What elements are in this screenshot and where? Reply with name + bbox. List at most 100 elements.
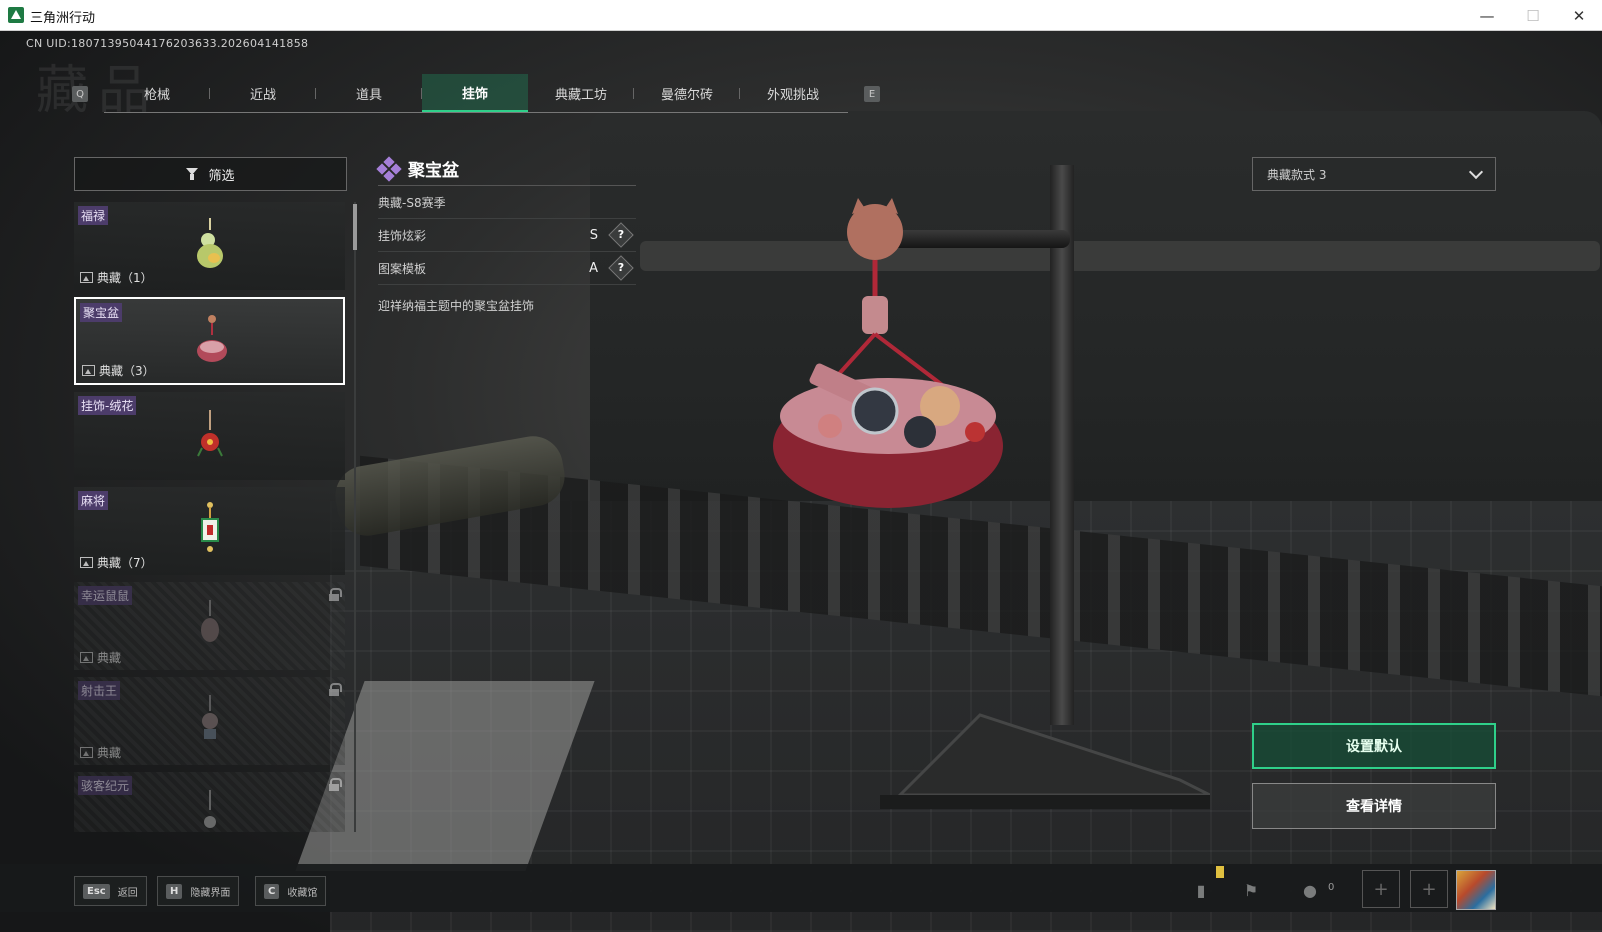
list-item-locked[interactable]: 幸运鼠鼠 典藏 bbox=[74, 582, 345, 670]
back-hint[interactable]: Esc 返回 bbox=[74, 876, 147, 906]
tab-label: 外观挑战 bbox=[766, 87, 819, 103]
tab-next-key[interactable]: E bbox=[864, 86, 880, 102]
lock-icon bbox=[329, 588, 342, 601]
tab-label: 近战 bbox=[249, 87, 276, 103]
maximize-button[interactable]: ☐ bbox=[1510, 0, 1556, 31]
item-sub-label: 典藏（7） bbox=[97, 556, 153, 570]
item-description: 迎祥纳福主题中的聚宝盆挂饰 bbox=[378, 299, 535, 313]
window-titlebar: 三角洲行动 — ☐ ✕ bbox=[0, 0, 1602, 31]
item-subtitle: 典藏 bbox=[80, 649, 121, 666]
attribute-label: 挂饰炫彩 bbox=[378, 228, 427, 243]
rarity-diamond-icon bbox=[376, 155, 402, 182]
help-icon[interactable]: ? bbox=[608, 255, 634, 281]
avatar[interactable] bbox=[1456, 870, 1496, 910]
c-key-icon: C bbox=[264, 883, 280, 899]
tab-mandel-brick[interactable]: 曼德尔砖 bbox=[634, 74, 740, 112]
filter-icon bbox=[186, 168, 200, 180]
h-key-icon: H bbox=[166, 883, 183, 899]
charm-list: 福禄 典藏（1） 聚宝盆 典藏（3） 挂饰-绒花 麻将 典藏（7） 幸运鼠鼠 典… bbox=[74, 202, 347, 832]
treasure-bowl-model[interactable] bbox=[770, 196, 1020, 526]
attribute-grade: A bbox=[589, 260, 598, 276]
hacker-era-thumbnail bbox=[204, 790, 216, 828]
attribute-row: 挂饰炫彩 S ? bbox=[378, 219, 636, 252]
app-logo-icon bbox=[8, 7, 24, 23]
style-select[interactable]: 典藏款式 3 bbox=[1252, 157, 1496, 191]
esc-key-icon: Esc bbox=[83, 883, 110, 899]
item-name-tag: 聚宝盆 bbox=[80, 303, 123, 322]
item-sub-label: 典藏（3） bbox=[99, 364, 155, 378]
help-glyph: ? bbox=[617, 261, 625, 274]
display-stand-base bbox=[880, 713, 1210, 809]
item-sub-label: 典藏（1） bbox=[97, 271, 153, 285]
tab-label: 道具 bbox=[355, 87, 382, 103]
add-slot-button[interactable]: + bbox=[1362, 870, 1400, 908]
item-name-tag: 挂饰-绒花 bbox=[78, 396, 137, 415]
chevron-down-icon bbox=[1468, 164, 1484, 180]
flower-charm-thumbnail bbox=[197, 410, 223, 457]
style-select-value: 典藏款式 3 bbox=[1267, 167, 1327, 182]
add-slot-button[interactable]: + bbox=[1410, 870, 1448, 908]
item-detail-panel: 聚宝盆 典藏-S8赛季 挂饰炫彩 S ? 图案模板 A ? 迎祥纳福主题中的聚宝… bbox=[376, 152, 636, 314]
item-sub-label: 典藏 bbox=[97, 746, 122, 760]
friends-count: 0 bbox=[1328, 882, 1335, 893]
help-glyph: ? bbox=[617, 228, 625, 241]
tab-label: 枪械 bbox=[143, 87, 170, 103]
item-subtitle: 典藏（3） bbox=[82, 362, 155, 379]
back-label: 返回 bbox=[117, 887, 138, 899]
item-sub-label: 典藏 bbox=[97, 651, 122, 665]
minimize-button[interactable]: — bbox=[1464, 0, 1510, 31]
item-subtitle: 典藏（1） bbox=[80, 269, 153, 286]
tab-label: 曼德尔砖 bbox=[660, 87, 713, 103]
item-title: 聚宝盆 bbox=[408, 161, 459, 181]
item-subtitle: 典藏（7） bbox=[80, 554, 153, 571]
picture-icon bbox=[80, 652, 93, 663]
item-name-tag: 射击王 bbox=[78, 681, 121, 700]
notification-badge bbox=[1216, 866, 1224, 878]
list-scrollbar[interactable] bbox=[354, 202, 356, 832]
hide-ui-hint[interactable]: H 隐藏界面 bbox=[157, 876, 240, 906]
list-item-selected[interactable]: 聚宝盆 典藏（3） bbox=[74, 297, 345, 385]
list-item[interactable]: 麻将 典藏（7） bbox=[74, 487, 345, 575]
tab-melee[interactable]: 近战 bbox=[210, 74, 316, 112]
filter-button[interactable]: 筛选 bbox=[74, 157, 347, 191]
item-name-tag: 福禄 bbox=[78, 206, 109, 225]
tab-firearms[interactable]: 枪械 bbox=[104, 74, 210, 112]
picture-icon bbox=[80, 747, 93, 758]
help-icon[interactable]: ? bbox=[608, 222, 634, 248]
lucky-mouse-thumbnail bbox=[201, 600, 219, 642]
item-name-tag: 骇客纪元 bbox=[78, 776, 133, 795]
item-subtitle: 典藏 bbox=[80, 744, 121, 761]
window-title: 三角洲行动 bbox=[30, 11, 96, 26]
display-stand-pole bbox=[1050, 165, 1074, 725]
tab-prev-key[interactable]: Q bbox=[72, 86, 88, 102]
item-name-tag: 幸运鼠鼠 bbox=[78, 586, 133, 605]
view-details-button[interactable]: 查看详情 bbox=[1252, 783, 1496, 829]
filter-label: 筛选 bbox=[208, 168, 235, 184]
tab-label: 典藏工坊 bbox=[554, 87, 607, 103]
tab-items[interactable]: 道具 bbox=[316, 74, 422, 112]
tab-appearance-challenge[interactable]: 外观挑战 bbox=[740, 74, 846, 112]
tab-workshop[interactable]: 典藏工坊 bbox=[528, 74, 634, 112]
treasure-bowl-thumbnail bbox=[197, 315, 227, 362]
friends-icon[interactable]: ● bbox=[1296, 876, 1324, 904]
item-name-tag: 麻将 bbox=[78, 491, 109, 510]
picture-icon bbox=[82, 365, 95, 376]
season-label: 典藏-S8赛季 bbox=[378, 195, 446, 210]
collection-hint[interactable]: C 收藏馆 bbox=[255, 876, 327, 906]
picture-icon bbox=[80, 557, 93, 568]
attribute-grade: S bbox=[589, 227, 598, 243]
list-item-locked[interactable]: 骇客纪元 bbox=[74, 772, 345, 832]
list-item[interactable]: 福禄 典藏（1） bbox=[74, 202, 345, 290]
detail-header: 聚宝盆 bbox=[376, 152, 636, 186]
tab-charms[interactable]: 挂饰 bbox=[422, 74, 528, 112]
set-default-button[interactable]: 设置默认 bbox=[1252, 723, 1496, 769]
list-item-locked[interactable]: 射击王 典藏 bbox=[74, 677, 345, 765]
close-button[interactable]: ✕ bbox=[1556, 0, 1602, 31]
collection-label: 收藏馆 bbox=[287, 887, 318, 899]
mahjong-charm-thumbnail bbox=[201, 502, 219, 552]
list-scrollbar-thumb[interactable] bbox=[353, 204, 357, 250]
tab-label: 挂饰 bbox=[461, 86, 488, 102]
flag-icon[interactable]: ⚑ bbox=[1237, 876, 1265, 904]
list-item[interactable]: 挂饰-绒花 bbox=[74, 392, 345, 480]
stats-icon[interactable]: ▮ bbox=[1187, 876, 1215, 904]
